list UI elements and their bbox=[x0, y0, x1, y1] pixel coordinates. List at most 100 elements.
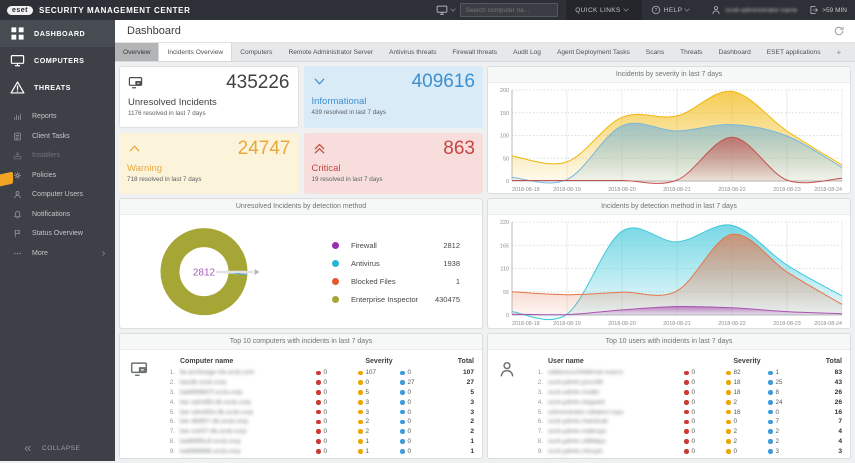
table-row[interactable]: 2.bacdb.ocsb.corp002727 bbox=[158, 378, 474, 388]
sidebar-item-installers[interactable]: Installers bbox=[0, 146, 115, 166]
sidebar-item-threats[interactable]: THREATS bbox=[0, 74, 115, 101]
stat-subtitle: 19 resolved in last 7 days bbox=[312, 176, 476, 183]
legend-label: Blocked Files bbox=[351, 277, 396, 286]
severity-yellow-count: 16 bbox=[726, 409, 768, 416]
row-name: cpambbr-ssabsm bbox=[548, 458, 684, 459]
add-dashboard-tab[interactable]: + bbox=[829, 43, 850, 61]
stat-card-unresolved-incidents[interactable]: 435226Unresolved Incidents1176 resolved … bbox=[119, 66, 299, 128]
legend-item-antivirus[interactable]: Antivirus1938 bbox=[332, 254, 460, 272]
sidebar-item-notifications[interactable]: Notifications bbox=[0, 205, 115, 225]
sidebar-item-client-tasks[interactable]: Client Tasks bbox=[0, 127, 115, 147]
severity-red-count: 0 bbox=[684, 458, 726, 459]
user-menu[interactable]: ocsb-administrator-name bbox=[703, 5, 805, 15]
panel-unresolved-by-detection: Unresolved Incidents by detection method… bbox=[119, 198, 483, 329]
severity-red-count: 0 bbox=[684, 369, 726, 376]
search-scope-computer-icon[interactable] bbox=[436, 4, 448, 16]
tab-agent-deployment-tasks[interactable]: Agent Deployment Tasks bbox=[549, 43, 638, 61]
table-row[interactable]: 2.ocsh.pdmin.prscr860182543 bbox=[526, 378, 842, 388]
table-row[interactable]: 7.ocsh.pdmin.mabrups0224 bbox=[526, 427, 842, 437]
collapse-button[interactable]: COLLAPSE bbox=[0, 440, 128, 456]
severity-red-dot bbox=[684, 439, 689, 444]
stat-card-warning[interactable]: 24747Warning718 resolved in last 7 days bbox=[119, 133, 299, 195]
sidebar-item-reports[interactable]: Reports bbox=[0, 107, 115, 127]
severity-yellow-count: 2 bbox=[358, 418, 400, 425]
stat-card-informational[interactable]: 409616Informational439 resolved in last … bbox=[304, 66, 484, 128]
table-row[interactable]: 4.ocsh.pdmin.dsppartt022426 bbox=[526, 397, 842, 407]
table-row[interactable]: 7.bar-cstr57-db.ocsb.corp0202 bbox=[158, 427, 474, 437]
severity-blue-dot bbox=[400, 410, 405, 415]
severity-blue-dot bbox=[400, 420, 405, 425]
table-row[interactable]: 8.ba88885u9.ocsb.corp0101 bbox=[158, 437, 474, 447]
table-row[interactable]: 5.odmnnstratsr-sdtabsrl.ssps016016 bbox=[526, 407, 842, 417]
tab-scans[interactable]: Scans bbox=[638, 43, 672, 61]
row-rank: 9. bbox=[526, 448, 548, 455]
sidebar-item-computer-users[interactable]: Computer Users bbox=[0, 185, 115, 205]
legend-item-firewall[interactable]: Firewall2812 bbox=[332, 236, 460, 254]
tab-incidents-overview[interactable]: Incidents Overview bbox=[158, 43, 232, 61]
severity-blue-count: 0 bbox=[400, 399, 442, 406]
severity-red-count: 0 bbox=[316, 379, 358, 386]
row-total: 3 bbox=[442, 399, 474, 406]
help-button[interactable]: ? HELP bbox=[642, 0, 704, 20]
severity-blue-count: 25 bbox=[768, 379, 810, 386]
row-total: 26 bbox=[810, 399, 842, 406]
svg-text:2018-08-23: 2018-08-23 bbox=[773, 321, 801, 327]
quick-links-button[interactable]: QUICK LINKS bbox=[566, 0, 642, 20]
row-total: 1 bbox=[442, 438, 474, 445]
table-row[interactable]: 1.fw-archivage-vib.ocsb.com01070107 bbox=[158, 368, 474, 378]
row-total: 3 bbox=[442, 409, 474, 416]
tab-audit-log[interactable]: Audit Log bbox=[505, 43, 549, 61]
table-row[interactable]: 4.bar-sdmi85l-db.ocsb.corp0303 bbox=[158, 397, 474, 407]
table-row[interactable]: 6.ocsh.pdmin.rhanticab0077 bbox=[526, 417, 842, 427]
severity-blue-dot bbox=[400, 439, 405, 444]
computers-monitor-icon bbox=[10, 53, 25, 68]
sidebar-item-computers[interactable]: COMPUTERS bbox=[0, 47, 115, 74]
chevron-down-icon bbox=[683, 6, 691, 14]
severity-yellow-dot bbox=[358, 380, 363, 385]
table-row[interactable]: 5.bar-sdmi45d-db.ocsb.corp0303 bbox=[158, 407, 474, 417]
search-scope-chevron-icon[interactable] bbox=[449, 6, 457, 14]
svg-text:110: 110 bbox=[500, 267, 509, 273]
stat-card-critical[interactable]: 863Critical19 resolved in last 7 days bbox=[304, 133, 484, 195]
tab-eset-applications[interactable]: ESET applications bbox=[759, 43, 829, 61]
severity-red-dot bbox=[316, 380, 321, 385]
legend-item-blocked-files[interactable]: Blocked Files1 bbox=[332, 272, 460, 290]
tab-threats[interactable]: Threats bbox=[672, 43, 710, 61]
table-row[interactable]: 1.oddessscchhbbrnat-ssarcs082183 bbox=[526, 368, 842, 378]
tab-remote-administrator-server[interactable]: Remote Administrator Server bbox=[280, 43, 381, 61]
panel-title: Top 10 users with incidents in last 7 da… bbox=[488, 334, 850, 350]
severity-yellow-dot bbox=[358, 371, 363, 376]
table-row[interactable]: 10.dbsmspdsna.ocsb.corp0011 bbox=[158, 456, 474, 459]
row-name: bar-sdmi85l-db.ocsb.corp bbox=[180, 399, 316, 406]
refresh-icon[interactable] bbox=[833, 25, 845, 37]
sidebar-item-policies[interactable]: Policies bbox=[0, 166, 115, 186]
legend-value: 2812 bbox=[443, 241, 460, 250]
table-row[interactable]: 3.ba8888887f.ocsb.corp0505 bbox=[158, 388, 474, 398]
legend-item-enterprise-inspector[interactable]: Enterprise Inspector430475 bbox=[332, 290, 460, 308]
table-row[interactable]: 9.ocsh.pdmin.mlssyts0033 bbox=[526, 446, 842, 456]
session-timeout[interactable]: >59 MIN bbox=[805, 5, 855, 15]
search-input[interactable] bbox=[460, 3, 558, 17]
sidebar-item-dashboard[interactable]: DASHBOARD bbox=[0, 20, 115, 47]
table-row[interactable]: 9.ba8888888.ocsb.corp0101 bbox=[158, 446, 474, 456]
row-rank: 7. bbox=[158, 428, 180, 435]
main-area: Dashboard OverviewIncidents OverviewComp… bbox=[115, 20, 855, 461]
tab-antivirus-threats[interactable]: Antivirus threats bbox=[381, 43, 444, 61]
tab-dashboard[interactable]: Dashboard bbox=[710, 43, 758, 61]
legend-color-dot bbox=[332, 260, 339, 267]
severity-red-dot bbox=[316, 420, 321, 425]
sidebar-item-status-overview[interactable]: Status Overview bbox=[0, 224, 115, 244]
table-row[interactable]: 6.bar-dbl957-db.ocsb.corp0202 bbox=[158, 417, 474, 427]
row-name: bar-cstr57-db.ocsb.corp bbox=[180, 428, 316, 435]
tab-firewall-threats[interactable]: Firewall threats bbox=[444, 43, 505, 61]
installers-icon bbox=[13, 151, 22, 160]
table-row[interactable]: 3.ocsh.admin.msdbr018826 bbox=[526, 388, 842, 398]
table-row[interactable]: 8.ocsh.pdmin.s98bbps0224 bbox=[526, 437, 842, 447]
tab-computers[interactable]: Computers bbox=[232, 43, 280, 61]
table-row[interactable]: 10.cpambbr-ssabsm0101 bbox=[526, 456, 842, 459]
tab-overview[interactable]: Overview bbox=[115, 43, 158, 61]
severity-yellow-count: 0 bbox=[726, 448, 768, 455]
sidebar-item-more[interactable]: More bbox=[0, 244, 115, 264]
severity-red-count: 0 bbox=[316, 438, 358, 445]
panel-title: Top 10 computers with incidents in last … bbox=[120, 334, 482, 350]
